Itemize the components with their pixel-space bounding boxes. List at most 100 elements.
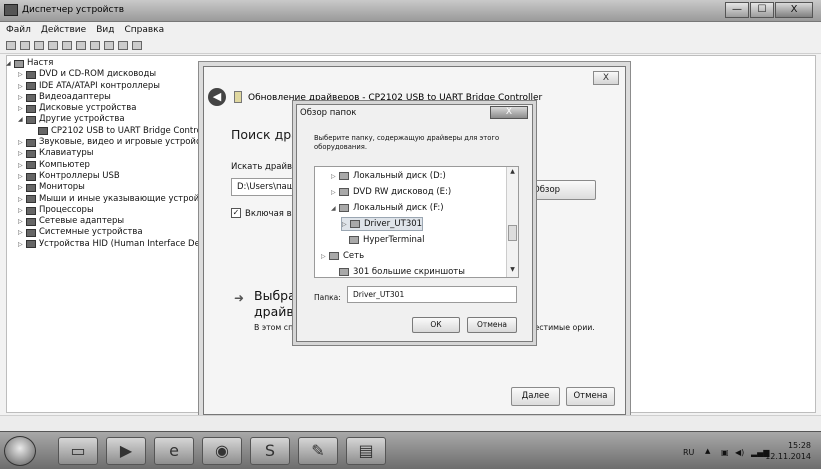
tree-item-label: IDE ATA/ATAPI контроллеры — [39, 80, 160, 91]
expander-icon[interactable]: ▷ — [342, 221, 350, 228]
tree-item[interactable]: ▷ DVD и CD-ROM дисководы — [6, 69, 206, 80]
menu-file[interactable]: Файл — [6, 22, 31, 38]
folder-item[interactable]: ▷ Сеть — [321, 249, 364, 263]
start-button[interactable] — [4, 436, 36, 466]
skype-taskbar-icon[interactable]: S — [250, 437, 290, 465]
paint-taskbar-icon[interactable]: ✎ — [298, 437, 338, 465]
expander-icon[interactable]: ▷ — [18, 205, 26, 216]
volume-icon[interactable]: ◀) — [735, 448, 744, 457]
expander-icon[interactable]: ▷ — [331, 189, 339, 196]
properties-icon[interactable] — [48, 41, 58, 50]
folder-item[interactable]: ▷ Локальный диск (D:) — [331, 169, 446, 183]
device-manager-taskbar-icon[interactable]: ▤ — [346, 437, 386, 465]
scroll-up-icon[interactable]: ▲ — [507, 168, 518, 178]
tree-item[interactable]: ▷ Сетевые адаптеры — [6, 216, 206, 227]
internet-explorer-taskbar-icon[interactable]: e — [154, 437, 194, 465]
tree-item-label: Мыши и иные указывающие устройс — [39, 193, 204, 204]
show-hide-tree-icon[interactable] — [34, 41, 44, 50]
forward-arrow-icon[interactable] — [20, 41, 30, 50]
tree-item[interactable]: ▷ Устройства HID (Human Interface Dev — [6, 239, 206, 250]
close-icon[interactable]: X — [490, 106, 528, 119]
folder-input[interactable]: Driver_UT301 — [347, 286, 517, 303]
close-icon[interactable]: X — [593, 71, 619, 85]
next-button[interactable]: Далее — [511, 387, 560, 406]
uninstall-device-icon[interactable] — [132, 41, 142, 50]
tree-item[interactable]: CP2102 USB to UART Bridge Contro — [6, 126, 206, 137]
view-icon[interactable] — [76, 41, 86, 50]
tree-item-label: Сетевые адаптеры — [39, 216, 125, 227]
update-driver-icon[interactable] — [104, 41, 114, 50]
ok-button[interactable]: ОК — [412, 317, 460, 333]
tree-item[interactable]: ▷ Клавиатуры — [6, 148, 206, 159]
device-category-icon — [26, 217, 36, 226]
close-button[interactable]: X — [775, 2, 813, 18]
expander-icon[interactable]: ▷ — [18, 182, 26, 193]
toolbar — [0, 38, 821, 54]
expander-icon[interactable]: ▷ — [18, 137, 26, 148]
disable-device-icon[interactable] — [118, 41, 128, 50]
tree-item[interactable]: ▷ Дисковые устройства — [6, 103, 206, 114]
device-category-icon — [38, 127, 48, 136]
show-hidden-icons-icon[interactable]: ▲ — [705, 447, 710, 455]
expander-icon[interactable]: ▷ — [18, 194, 26, 205]
expander-icon[interactable]: ▷ — [18, 160, 26, 171]
network-icon[interactable]: ▣ — [721, 448, 729, 457]
language-indicator[interactable]: RU — [683, 448, 694, 457]
expander-icon[interactable]: ▷ — [18, 216, 26, 227]
help-icon[interactable] — [62, 41, 72, 50]
maximize-button[interactable]: ☐ — [750, 2, 774, 18]
expander-icon[interactable]: ▷ — [18, 239, 26, 250]
tree-item[interactable]: ▷ Системные устройства — [6, 227, 206, 238]
tree-item[interactable]: ▷ Контроллеры USB — [6, 171, 206, 182]
browse-button[interactable]: Обзор — [524, 180, 596, 200]
explorer-taskbar-icon[interactable]: ▭ — [58, 437, 98, 465]
scroll-down-icon[interactable]: ▼ — [507, 266, 518, 276]
tree-item[interactable]: ▷ Процессоры — [6, 205, 206, 216]
expander-icon[interactable]: ▷ — [18, 92, 26, 103]
tree-item[interactable]: ▷ Видеоадаптеры — [6, 92, 206, 103]
scan-hardware-icon[interactable] — [90, 41, 100, 50]
tree-item[interactable]: ▷ Мониторы — [6, 182, 206, 193]
tree-item[interactable]: ▷ Компьютер — [6, 160, 206, 171]
back-arrow-icon[interactable]: ◀ — [208, 88, 226, 106]
expander-icon[interactable]: ◢ — [6, 58, 14, 69]
expander-icon[interactable]: ▷ — [18, 81, 26, 92]
folder-item[interactable]: ◢ Локальный диск (F:) — [331, 201, 444, 215]
folder-item[interactable]: HyperTerminal — [341, 233, 424, 247]
expander-icon[interactable]: ▷ — [321, 253, 329, 260]
expander-icon[interactable]: ▷ — [18, 69, 26, 80]
cancel-button[interactable]: Отмена — [467, 317, 517, 333]
cancel-button[interactable]: Отмена — [566, 387, 615, 406]
expander-icon[interactable]: ▷ — [18, 227, 26, 238]
menu-help[interactable]: Справка — [124, 22, 164, 38]
expander-icon[interactable]: ◢ — [331, 205, 339, 212]
scroll-thumb[interactable] — [508, 225, 517, 241]
include-subfolders-checkbox[interactable]: ✓ — [231, 208, 241, 218]
menu-action[interactable]: Действие — [41, 22, 86, 38]
media-player-taskbar-icon[interactable]: ▶ — [106, 437, 146, 465]
menu-view[interactable]: Вид — [96, 22, 114, 38]
back-arrow-icon[interactable] — [6, 41, 16, 50]
tree-item[interactable]: ◢ Настя — [6, 58, 206, 69]
folder-item[interactable]: ▷ DVD RW дисковод (E:) — [331, 185, 451, 199]
expander-icon[interactable]: ▷ — [18, 171, 26, 182]
tree-item[interactable]: ▷ Мыши и иные указывающие устройс — [6, 194, 206, 205]
tree-item-label: DVD и CD-ROM дисководы — [39, 69, 157, 80]
browser-taskbar-icon[interactable]: ◉ — [202, 437, 242, 465]
clock[interactable]: 15:28 12.11.2014 — [751, 440, 811, 462]
tree-item[interactable]: ◢ Другие устройства — [6, 114, 206, 125]
folder-item[interactable]: 301 большие скриншоты — [331, 265, 465, 277]
tree-item[interactable]: ▷ IDE ATA/ATAPI контроллеры — [6, 81, 206, 92]
expander-icon[interactable]: ▷ — [18, 148, 26, 159]
folder-icon — [339, 268, 349, 276]
tree-item-label: Мониторы — [39, 182, 85, 193]
expander-icon[interactable]: ▷ — [331, 173, 339, 180]
device-category-icon — [26, 138, 36, 147]
minimize-button[interactable]: — — [725, 2, 749, 18]
tree-item[interactable]: ▷ Звуковые, видео и игровые устройст — [6, 137, 206, 148]
expander-icon[interactable]: ▷ — [18, 103, 26, 114]
expander-icon[interactable]: ◢ — [18, 114, 26, 125]
folder-scrollbar[interactable]: ▲ ▼ — [506, 167, 518, 277]
folder-item[interactable]: ▷ Driver_UT301 — [341, 217, 424, 231]
folder-icon — [339, 172, 349, 180]
